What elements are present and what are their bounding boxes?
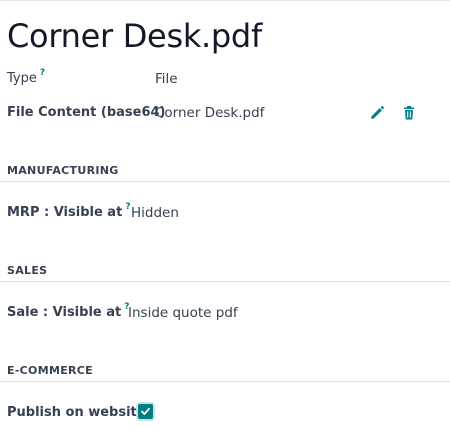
publish-website-row: Publish on website — [0, 400, 450, 426]
mrp-visible-row: MRP : Visible at? Hidden — [0, 200, 450, 226]
trash-icon[interactable] — [401, 105, 417, 121]
page-title: Corner Desk.pdf — [7, 17, 262, 55]
type-help-icon[interactable]: ? — [40, 68, 45, 78]
sale-visible-row: Sale : Visible at? Inside quote pdf — [0, 300, 450, 326]
pencil-icon[interactable] — [369, 105, 385, 121]
ecommerce-section-heading: E-COMMERCE — [7, 364, 93, 377]
type-label: Type? — [7, 68, 46, 86]
file-content-label: File Content (base64) — [7, 105, 166, 120]
sales-divider — [0, 281, 450, 282]
manufacturing-section-heading: MANUFACTURING — [7, 164, 119, 177]
file-content-filename[interactable]: Corner Desk.pdf — [155, 100, 264, 126]
mrp-visible-label: MRP : Visible at? — [7, 202, 131, 220]
type-value[interactable]: File — [155, 66, 178, 92]
mrp-help-icon[interactable]: ? — [125, 202, 130, 212]
checkmark-icon — [141, 407, 150, 415]
manufacturing-divider — [0, 181, 450, 182]
sales-section-heading: SALES — [7, 264, 48, 277]
publish-website-checkbox[interactable] — [138, 404, 153, 419]
file-content-row: File Content (base64) Corner Desk.pdf — [0, 100, 450, 126]
ecommerce-divider — [0, 381, 450, 382]
sale-visible-label: Sale : Visible at? — [7, 302, 130, 320]
top-divider — [0, 0, 450, 1]
mrp-visible-value[interactable]: Hidden — [131, 200, 179, 226]
type-row: Type? File — [0, 66, 450, 92]
publish-website-label: Publish on website — [7, 405, 146, 420]
sale-visible-value[interactable]: Inside quote pdf — [128, 300, 238, 326]
